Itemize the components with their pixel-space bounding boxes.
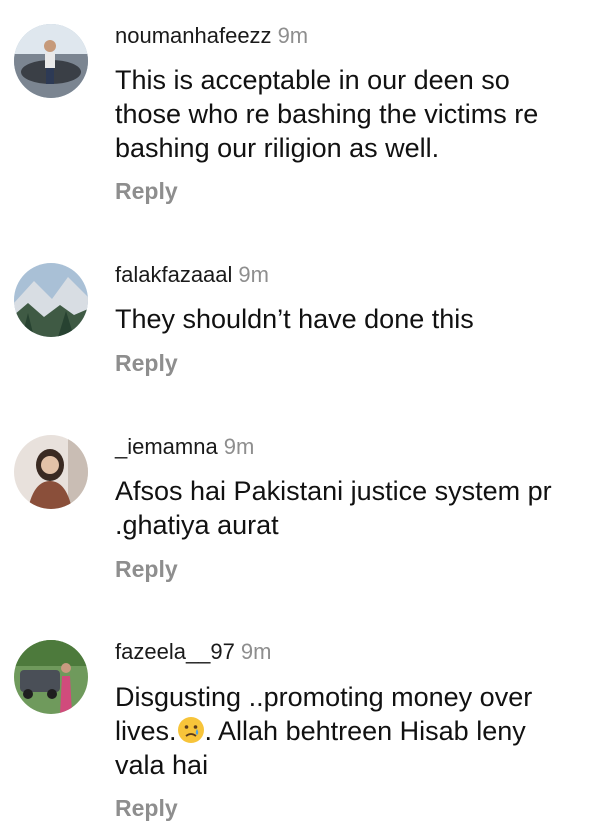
avatar-image — [14, 435, 88, 509]
comment-text: Afsos hai Pakistani justice system pr .g… — [115, 476, 552, 540]
username[interactable]: _iemamna — [115, 434, 218, 459]
comment-meta: fazeela__97 9m — [115, 639, 271, 665]
avatar-image — [14, 24, 88, 98]
comment-text: They shouldn’t have done this — [115, 304, 474, 334]
reply-button[interactable]: Reply — [115, 794, 178, 822]
timestamp: 9m — [238, 262, 269, 287]
reply-button[interactable]: Reply — [115, 177, 178, 205]
comment-meta: falakfazaaal 9m — [115, 262, 269, 288]
avatar-image — [14, 640, 88, 714]
avatar[interactable] — [14, 640, 88, 714]
avatar[interactable] — [14, 24, 88, 98]
reply-button[interactable]: Reply — [115, 349, 178, 377]
comment-text: Disgusting ..promoting money over lives.… — [115, 680, 580, 782]
avatar[interactable] — [14, 435, 88, 509]
comment-meta: _iemamna 9m — [115, 434, 254, 460]
avatar[interactable] — [14, 263, 88, 337]
timestamp: 9m — [277, 23, 309, 48]
reply-button[interactable]: Reply — [115, 555, 178, 583]
username[interactable]: noumanhafeezz — [115, 23, 272, 48]
crying-face-emoji-icon — [177, 717, 204, 743]
username[interactable]: fazeela__97 — [115, 639, 235, 664]
avatar-image — [14, 263, 88, 337]
timestamp: 9m — [223, 434, 255, 459]
comment-text: This is acceptable in our deen so those … — [115, 65, 539, 163]
timestamp: 9m — [240, 639, 272, 664]
comment-meta: noumanhafeezz 9m — [115, 23, 308, 49]
username[interactable]: falakfazaaal — [115, 262, 232, 287]
